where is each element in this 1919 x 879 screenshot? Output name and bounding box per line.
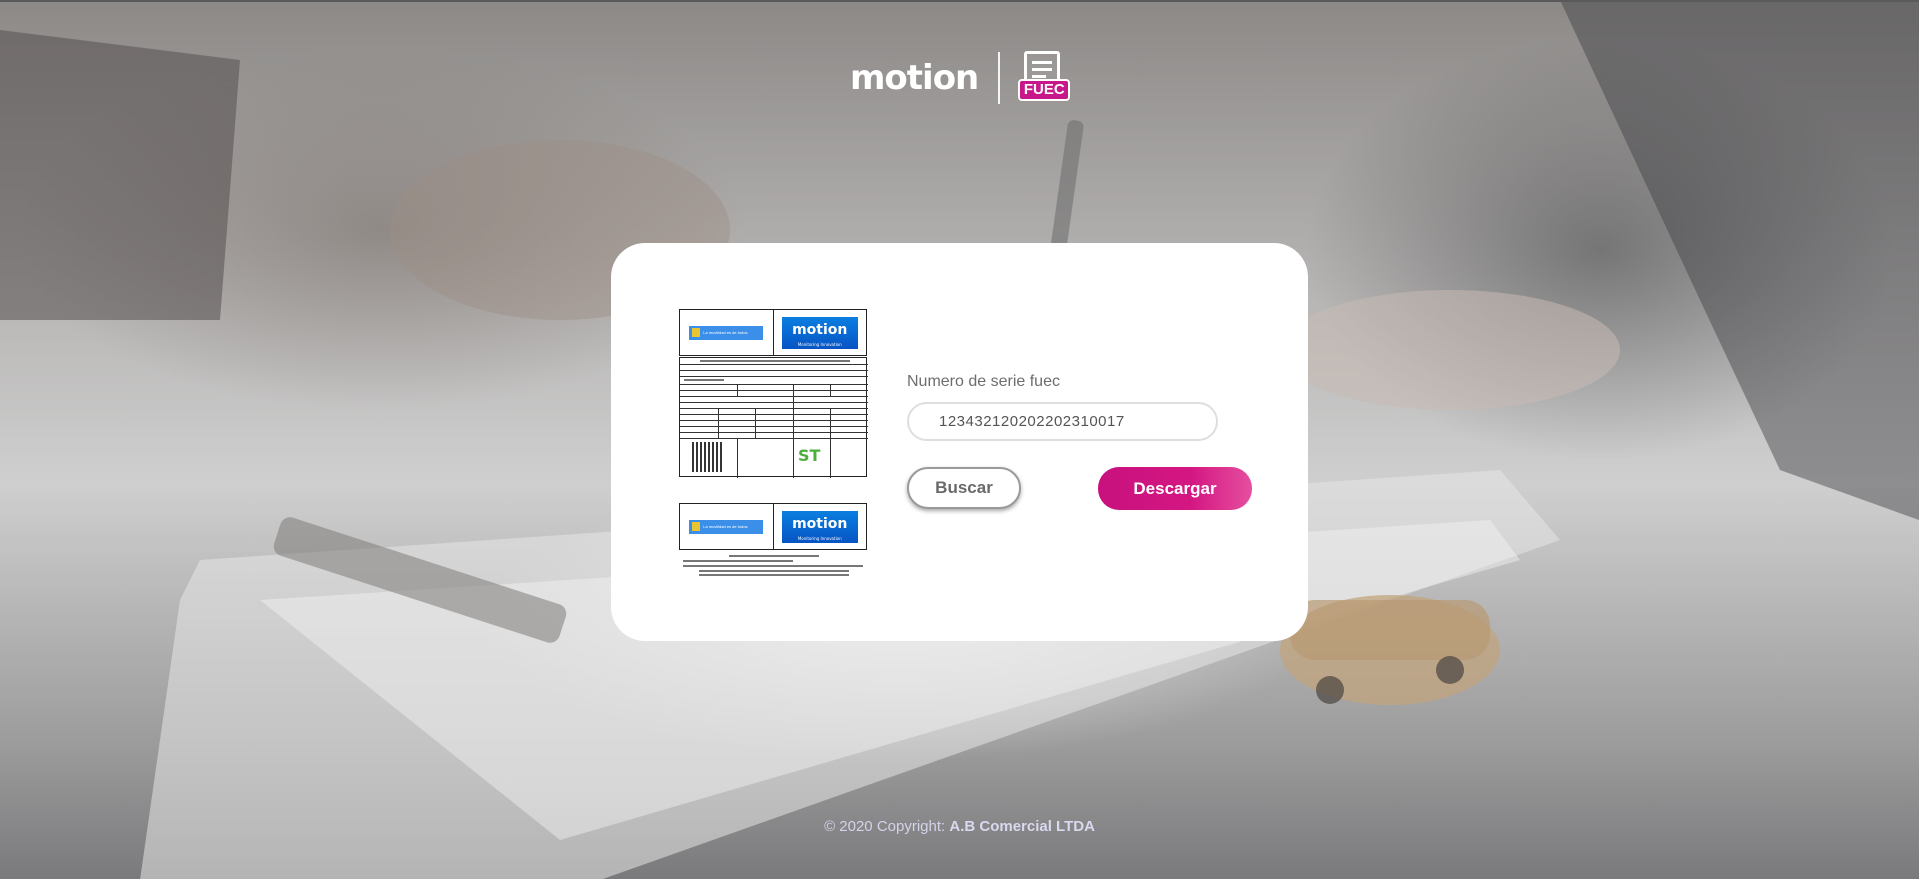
qr-code: [692, 442, 722, 472]
download-button[interactable]: Descargar: [1098, 467, 1252, 510]
document-table: ST: [679, 357, 868, 478]
government-logo: La movilidad es de todos: [689, 325, 764, 340]
serial-number-input[interactable]: [907, 402, 1218, 441]
fuec-badge: FUEC: [1018, 79, 1071, 101]
st-logo: ST: [798, 446, 821, 465]
copyright-text: © 2020 Copyright:: [824, 818, 950, 835]
document-header-page2: La movilidad es de todos motion Monitori…: [679, 503, 867, 550]
fuec-document-preview: La movilidad es de todos motion Monitori…: [679, 309, 869, 579]
company-name: A.B Comercial LTDA: [949, 818, 1095, 835]
header-logos: motion FUEC: [850, 50, 1071, 106]
fuec-logo: FUEC: [1018, 51, 1071, 105]
motion-document-logo: motion Monitoring Innovation: [781, 316, 858, 349]
government-logo: La movilidad es de todos: [689, 519, 764, 534]
motion-logo: motion: [850, 58, 979, 98]
motion-document-logo: motion Monitoring Innovation: [781, 510, 858, 543]
search-card: La movilidad es de todos motion Monitori…: [611, 243, 1308, 641]
serial-number-label: Numero de serie fuec: [907, 373, 1060, 390]
search-button[interactable]: Buscar: [907, 467, 1021, 509]
top-border: [0, 0, 1919, 2]
logo-divider: [998, 52, 1001, 104]
document-header: La movilidad es de todos motion Monitori…: [679, 309, 867, 356]
footer-copyright: © 2020 Copyright: A.B Comercial LTDA: [0, 818, 1919, 835]
